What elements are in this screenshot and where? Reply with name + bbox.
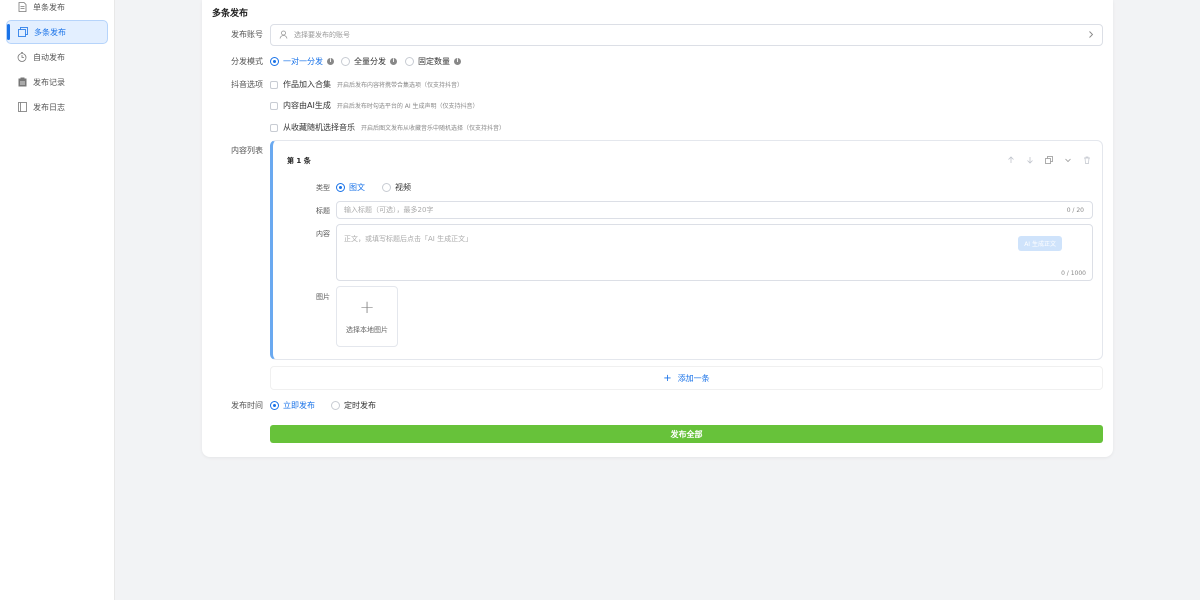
- radio-label: 一对一分发: [283, 57, 323, 66]
- mode-full-radio[interactable]: 全量分发 i: [341, 56, 397, 67]
- radio-dot: [382, 183, 391, 192]
- sidebar-item-auto-publish[interactable]: 自动发布: [6, 45, 108, 69]
- radio-dot: [405, 57, 414, 66]
- mode-label: 分发模式: [231, 57, 263, 66]
- multi-copy-icon: [18, 27, 28, 37]
- radio-dot: [331, 401, 340, 410]
- mode-fixed-count-radio[interactable]: 固定数量 i: [405, 56, 461, 67]
- content-item-title: 第 1 条: [287, 157, 311, 165]
- info-icon[interactable]: i: [454, 58, 461, 65]
- page-title: 多条发布: [212, 9, 249, 19]
- checkbox-box: [270, 101, 278, 110]
- checkbox-hint: 开启后发布时勾选平台的 AI 生成声明（仅支持抖音）: [336, 103, 479, 110]
- radio-dot: [341, 57, 350, 66]
- clipboard-icon: [17, 77, 27, 87]
- account-label: 发布账号: [231, 30, 263, 39]
- move-up-icon[interactable]: [1006, 155, 1016, 165]
- timer-icon: [17, 52, 27, 62]
- sidebar: 单条发布 多条发布 自动发布 发布记录 发布日志: [0, 0, 115, 600]
- checkbox-box: [270, 123, 278, 132]
- sidebar-item-label: 发布日志: [33, 102, 65, 112]
- content-list-label: 内容列表: [231, 146, 263, 155]
- publish-now-radio[interactable]: 立即发布: [270, 400, 315, 411]
- document-icon: [17, 2, 27, 12]
- radio-label: 立即发布: [283, 401, 315, 410]
- info-icon[interactable]: i: [327, 58, 334, 65]
- add-item-button[interactable]: + 添加一条: [270, 366, 1103, 390]
- content-item-card: 第 1 条 类型 图文 视频 标题 输入标题（可选），最多20字 0 / 20 …: [270, 140, 1103, 360]
- ai-generated-checkbox[interactable]: 内容由AI生成 开启后发布时勾选平台的 AI 生成声明（仅支持抖音）: [270, 100, 479, 111]
- radio-dot: [270, 401, 279, 410]
- account-placeholder: 选择要发布的账号: [294, 31, 350, 39]
- checkbox-hint: 开启后发布内容将携带合集选项（仅支持抖音）: [337, 82, 464, 89]
- sidebar-item-publish-records[interactable]: 发布记录: [6, 70, 108, 94]
- multi-publish-card: 多条发布 发布账号 选择要发布的账号 分发模式 一对一分发 i 全量分发 i 固…: [202, 0, 1113, 457]
- book-icon: [17, 102, 27, 112]
- sidebar-item-multi-publish[interactable]: 多条发布: [6, 20, 108, 44]
- content-textarea[interactable]: 正文，或填写标题后点击「AI 生成正文」 AI 生成正文 0 / 1000: [336, 224, 1093, 281]
- radio-label: 固定数量: [418, 57, 450, 66]
- type-video-radio[interactable]: 视频: [382, 182, 411, 193]
- content-placeholder: 正文，或填写标题后点击「AI 生成正文」: [344, 235, 473, 243]
- info-icon[interactable]: i: [390, 58, 397, 65]
- publish-time-label: 发布时间: [231, 401, 263, 410]
- image-upload-button[interactable]: + 选择本地图片: [336, 286, 398, 347]
- random-music-checkbox[interactable]: 从收藏随机选择音乐 开启后图文发布从收藏音乐中随机选择（仅支持抖音）: [270, 122, 505, 133]
- sidebar-item-label: 单条发布: [33, 2, 65, 12]
- checkbox-label: 内容由AI生成: [283, 101, 331, 110]
- account-select[interactable]: 选择要发布的账号: [270, 24, 1103, 46]
- radio-label: 视频: [395, 183, 411, 192]
- ai-generate-button[interactable]: AI 生成正文: [1018, 236, 1062, 251]
- publish-scheduled-radio[interactable]: 定时发布: [331, 400, 376, 411]
- sidebar-item-publish-log[interactable]: 发布日志: [6, 95, 108, 119]
- sidebar-item-label: 自动发布: [33, 52, 65, 62]
- sidebar-item-label: 多条发布: [34, 27, 66, 37]
- move-down-icon[interactable]: [1025, 155, 1035, 165]
- mode-one-to-one-radio[interactable]: 一对一分发 i: [270, 56, 334, 67]
- user-icon: [279, 30, 288, 41]
- item-toolbar: [1006, 155, 1092, 165]
- content-label: 内容: [316, 230, 330, 238]
- type-label: 类型: [316, 184, 330, 192]
- delete-icon[interactable]: [1082, 155, 1092, 165]
- checkbox-label: 从收藏随机选择音乐: [283, 123, 355, 132]
- title-label: 标题: [316, 207, 330, 215]
- radio-label: 定时发布: [344, 401, 376, 410]
- type-image-text-radio[interactable]: 图文: [336, 182, 365, 193]
- radio-dot: [336, 183, 345, 192]
- collection-checkbox[interactable]: 作品加入合集 开启后发布内容将携带合集选项（仅支持抖音）: [270, 79, 463, 90]
- sidebar-item-single-publish[interactable]: 单条发布: [6, 0, 108, 19]
- title-input[interactable]: 输入标题（可选），最多20字 0 / 20: [336, 201, 1093, 219]
- radio-label: 图文: [349, 183, 365, 192]
- chevron-right-icon: [1088, 30, 1094, 41]
- copy-icon[interactable]: [1044, 155, 1054, 165]
- checkbox-box: [270, 80, 278, 89]
- image-label: 图片: [316, 293, 330, 301]
- content-char-count: 0 / 1000: [1061, 270, 1086, 277]
- checkbox-label: 作品加入合集: [283, 80, 331, 89]
- title-placeholder: 输入标题（可选），最多20字: [344, 206, 434, 214]
- title-char-count: 0 / 20: [1066, 206, 1084, 214]
- radio-dot: [270, 57, 279, 66]
- checkbox-hint: 开启后图文发布从收藏音乐中随机选择（仅支持抖音）: [361, 125, 506, 132]
- plus-icon: +: [663, 372, 672, 384]
- radio-label: 全量分发: [354, 57, 386, 66]
- collapse-icon[interactable]: [1063, 155, 1073, 165]
- upload-label: 选择本地图片: [346, 325, 388, 334]
- sidebar-item-label: 发布记录: [33, 77, 65, 87]
- douyin-options-label: 抖音选项: [231, 80, 263, 89]
- plus-icon: +: [359, 296, 375, 318]
- publish-all-button[interactable]: 发布全部: [270, 425, 1103, 443]
- add-item-label: 添加一条: [677, 373, 710, 383]
